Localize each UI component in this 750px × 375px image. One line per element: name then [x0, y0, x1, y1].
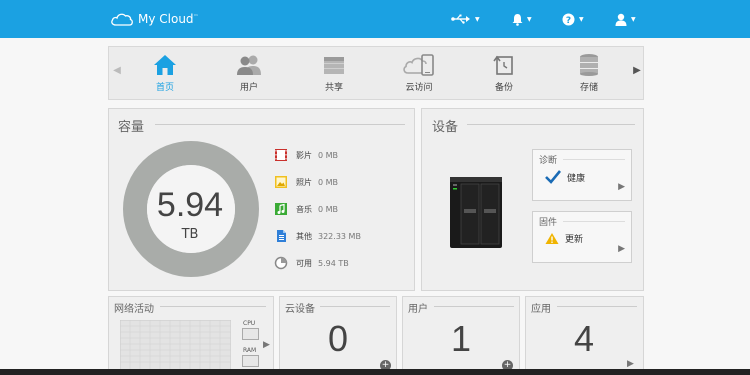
cloud-logo-icon [111, 13, 133, 26]
users-icon [237, 55, 261, 75]
users-count: 1 [450, 318, 472, 359]
document-icon [274, 229, 288, 243]
trademark-mark: ™ [193, 14, 199, 20]
bell-icon [512, 13, 523, 26]
ram-label: RAM [243, 347, 257, 354]
help-icon: ? [562, 13, 575, 26]
title-divider [155, 124, 405, 125]
main-navigation: ◀ 首页 用户 共享 云访问 备份 存储 ▶ [108, 46, 644, 100]
cloud-devices-title: 云设备 [285, 304, 315, 315]
users-title: 用户 [408, 304, 428, 315]
legend-value: 322.33 MB [318, 231, 361, 241]
apps-title: 应用 [531, 304, 551, 315]
usb-menu[interactable]: ▼ [451, 12, 480, 26]
nas-device-image [450, 177, 502, 248]
chevron-down-icon: ▼ [475, 15, 480, 23]
chevron-down-icon: ▼ [631, 15, 636, 23]
nav-item-home[interactable]: 首页 [135, 52, 195, 96]
diagnostics-title: 诊断 [539, 156, 558, 166]
nav-scroll-left-icon[interactable]: ◀ [112, 65, 122, 81]
diagnostics-status: 健康 [567, 173, 586, 184]
backup-icon [493, 55, 513, 75]
checkmark-icon [545, 170, 561, 184]
top-bar: My Cloud™ ▼ ▼ ? ▼ ▼ [0, 0, 750, 38]
legend-label: 其他 [296, 231, 312, 241]
cloud-devices-count: 0 [327, 318, 349, 359]
nav-scroll-right-icon[interactable]: ▶ [632, 65, 642, 81]
legend-value: 0 MB [318, 150, 339, 160]
home-icon [154, 55, 176, 75]
network-activity-graph [120, 320, 231, 370]
capacity-total-value: 5.94 [156, 186, 224, 224]
chevron-right-icon[interactable]: ▶ [618, 182, 625, 192]
card-divider [563, 159, 625, 160]
firmware-status: 更新 [565, 235, 584, 245]
nav-item-label: 云访问 [405, 83, 433, 93]
device-title: 设备 [432, 120, 459, 135]
title-divider [160, 306, 266, 307]
network-title: 网络活动 [114, 304, 154, 315]
nav-item-storage[interactable]: 存储 [559, 52, 619, 96]
firmware-card[interactable]: 固件 更新 ▶ [532, 211, 632, 263]
nav-item-label: 首页 [155, 83, 174, 93]
chevron-right-icon[interactable]: ▶ [627, 359, 634, 369]
help-menu[interactable]: ? ▼ [562, 12, 584, 26]
legend-value: 0 MB [318, 204, 339, 214]
legend-value: 5.94 TB [318, 258, 349, 268]
firmware-title: 固件 [539, 218, 558, 228]
chevron-right-icon[interactable]: ▶ [263, 340, 270, 350]
legend-item-photos: 照片 0 MB [274, 174, 338, 190]
photo-icon [274, 175, 288, 189]
nav-item-cloud-access[interactable]: 云访问 [389, 52, 449, 96]
ram-meter [242, 355, 259, 367]
nav-item-shares[interactable]: 共享 [304, 52, 364, 96]
legend-label: 音乐 [296, 204, 312, 214]
cloud-access-icon [403, 54, 434, 76]
brand-name-text: My Cloud [138, 12, 194, 26]
diagnostics-card[interactable]: 诊断 健康 ▶ [532, 149, 632, 201]
account-menu[interactable]: ▼ [615, 12, 636, 26]
title-divider [467, 124, 635, 125]
legend-item-other: 其他 322.33 MB [274, 228, 361, 244]
chevron-down-icon: ▼ [579, 15, 584, 23]
brand-logo[interactable]: My Cloud™ [110, 9, 199, 29]
brand-name: My Cloud™ [138, 12, 199, 26]
nav-item-label: 备份 [494, 83, 513, 93]
nav-item-label: 存储 [579, 83, 598, 93]
apps-count: 4 [573, 318, 595, 359]
chevron-right-icon[interactable]: ▶ [618, 244, 625, 254]
cpu-meter [242, 328, 259, 340]
legend-label: 影片 [296, 150, 312, 160]
nav-item-users[interactable]: 用户 [219, 52, 279, 96]
nav-item-label: 共享 [324, 83, 343, 93]
legend-label: 照片 [296, 177, 312, 187]
title-divider [557, 306, 637, 307]
user-icon [615, 13, 627, 26]
card-divider [563, 221, 625, 222]
usb-icon [451, 14, 470, 24]
chevron-down-icon: ▼ [527, 15, 532, 23]
nav-item-label: 用户 [239, 83, 258, 93]
nav-item-backup[interactable]: 备份 [474, 52, 534, 96]
storage-icon [580, 54, 598, 76]
taskbar-strip [0, 369, 750, 375]
legend-item-music: 音乐 0 MB [274, 201, 338, 217]
legend-value: 0 MB [318, 177, 339, 187]
legend-item-video: 影片 0 MB [274, 147, 338, 163]
notifications-menu[interactable]: ▼ [512, 12, 532, 26]
pie-icon [274, 256, 288, 270]
warning-icon [545, 233, 559, 244]
svg-text:?: ? [566, 16, 571, 26]
folder-icon [324, 57, 344, 74]
capacity-title: 容量 [118, 120, 145, 135]
music-icon [274, 202, 288, 216]
capacity-total-unit: TB [181, 227, 199, 242]
title-divider [320, 306, 390, 307]
legend-item-free: 可用 5.94 TB [274, 255, 349, 271]
legend-label: 可用 [296, 258, 312, 268]
cpu-label: CPU [243, 320, 256, 327]
video-icon [274, 148, 288, 162]
title-divider [434, 306, 514, 307]
